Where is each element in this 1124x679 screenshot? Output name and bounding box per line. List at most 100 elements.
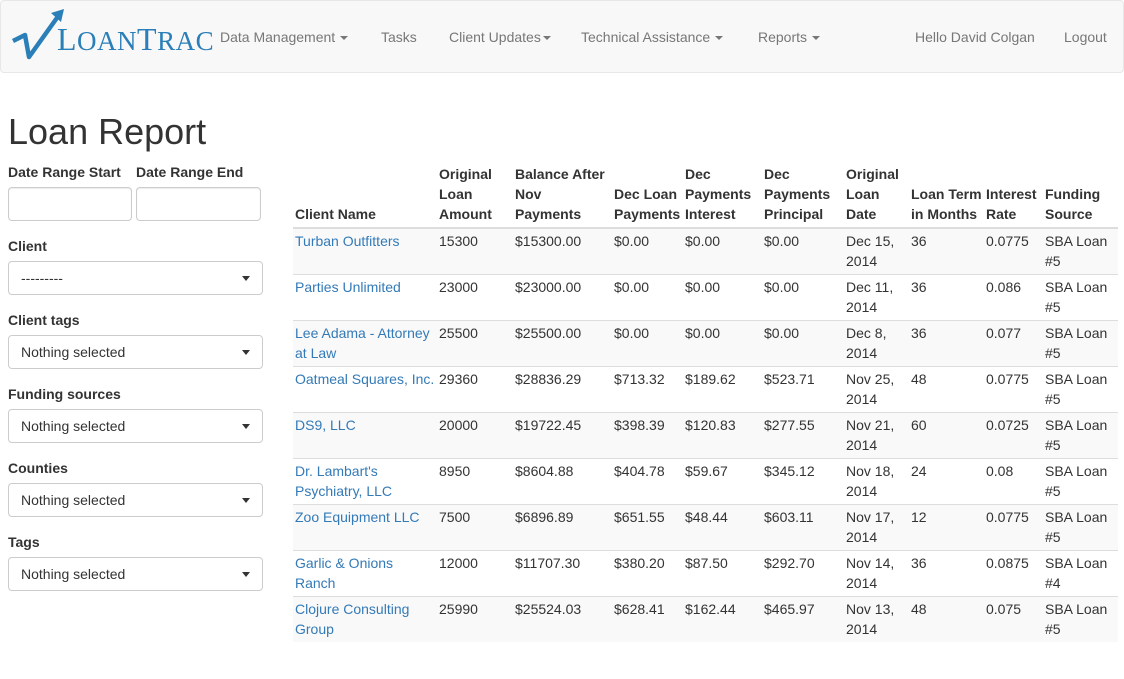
nav-data-management[interactable]: Data Management [220, 27, 349, 47]
table-cell-original-loan-date: Nov 14, 2014 [844, 550, 909, 597]
logout-link[interactable]: Logout [1064, 27, 1107, 47]
table-cell-client-name: Garlic & Onions Ranch [293, 550, 437, 597]
client-name-link[interactable]: Dr. Lambart's Psychiatry, LLC [295, 463, 392, 499]
funding-sources-select[interactable]: Nothing selected [8, 409, 263, 443]
nav-reports-label: Reports [758, 29, 808, 45]
nav-technical-assistance-label: Technical Assistance [581, 29, 711, 45]
table-cell-dec-payments-interest: $162.44 [683, 596, 762, 642]
brand-logo[interactable]: LOANTRAC [11, 7, 214, 63]
column-header-interest-rate: Interest Rate [984, 162, 1043, 229]
table-cell-loan-term-months: 48 [909, 596, 984, 642]
table-cell-dec-payments-interest: $120.83 [683, 412, 762, 459]
table-cell-original-loan-amount: 23000 [437, 274, 513, 321]
client-name-link[interactable]: Zoo Equipment LLC [295, 509, 420, 525]
table-cell-dec-payments-principal: $277.55 [762, 412, 844, 459]
column-header-funding-source: Funding Source [1043, 162, 1118, 229]
table-cell-client-name: Parties Unlimited [293, 274, 437, 321]
table-cell-client-name: Clojure Consulting Group [293, 596, 437, 642]
column-header-client-name: Client Name [293, 162, 437, 229]
table-cell-loan-term-months: 48 [909, 366, 984, 413]
table-cell-balance-after-nov: $23000.00 [513, 274, 612, 321]
counties-select[interactable]: Nothing selected [8, 483, 263, 517]
table-cell-loan-term-months: 36 [909, 274, 984, 321]
table-cell-balance-after-nov: $28836.29 [513, 366, 612, 413]
client-tags-select[interactable]: Nothing selected [8, 335, 263, 369]
date-range-end-input[interactable] [136, 187, 261, 221]
table-cell-funding-source: SBA Loan #4 [1043, 550, 1118, 597]
table-cell-interest-rate: 0.0775 [984, 227, 1043, 275]
table-cell-dec-payments-interest: $0.00 [683, 227, 762, 275]
table-cell-loan-term-months: 36 [909, 227, 984, 275]
table-row: Dr. Lambart's Psychiatry, LLC 8950 $8604.8… [293, 458, 1118, 505]
nav-tasks[interactable]: Tasks [381, 27, 417, 47]
client-name-link[interactable]: Parties Unlimited [295, 279, 401, 295]
table-cell-original-loan-amount: 25500 [437, 320, 513, 367]
table-cell-dec-payments-interest: $0.00 [683, 320, 762, 367]
counties-label: Counties [8, 460, 68, 476]
table-cell-dec-loan-payments: $628.41 [612, 596, 683, 642]
nav-client-updates-label: Client Updates [449, 29, 541, 45]
caret-down-icon [242, 424, 250, 429]
table-cell-original-loan-date: Dec 15, 2014 [844, 227, 909, 275]
user-greeting-label: Hello David Colgan [915, 29, 1035, 45]
table-cell-original-loan-amount: 8950 [437, 458, 513, 505]
column-header-dec-loan-payments: Dec Loan Payments [612, 162, 683, 229]
column-header-balance-after-nov: Balance After Nov Payments [513, 162, 612, 229]
table-cell-dec-payments-interest: $189.62 [683, 366, 762, 413]
table-cell-client-name: DS9, LLC [293, 412, 437, 459]
table-cell-balance-after-nov: $11707.30 [513, 550, 612, 597]
table-cell-client-name: Lee Adama - Attorney at Law [293, 320, 437, 367]
table-cell-dec-payments-interest: $0.00 [683, 274, 762, 321]
nav-client-updates[interactable]: Client Updates [449, 27, 551, 47]
table-cell-original-loan-amount: 7500 [437, 504, 513, 551]
table-row: Zoo Equipment LLC 7500 $6896.89 $651.55 $48.… [293, 504, 1118, 551]
user-greeting[interactable]: Hello David Colgan [915, 27, 1035, 47]
table-cell-balance-after-nov: $25524.03 [513, 596, 612, 642]
table-cell-loan-term-months: 24 [909, 458, 984, 505]
table-cell-funding-source: SBA Loan #5 [1043, 320, 1118, 367]
nav-reports[interactable]: Reports [758, 27, 821, 47]
table-cell-dec-loan-payments: $398.39 [612, 412, 683, 459]
table-cell-dec-payments-principal: $0.00 [762, 227, 844, 275]
client-select[interactable]: --------- [8, 261, 263, 295]
table-cell-dec-loan-payments: $380.20 [612, 550, 683, 597]
table-cell-dec-loan-payments: $0.00 [612, 320, 683, 367]
client-name-link[interactable]: Clojure Consulting Group [295, 601, 409, 637]
tags-select-value: Nothing selected [21, 566, 126, 582]
client-name-link[interactable]: DS9, LLC [295, 417, 356, 433]
client-name-link[interactable]: Lee Adama - Attorney at Law [295, 325, 430, 361]
table-cell-original-loan-amount: 29360 [437, 366, 513, 413]
table-cell-original-loan-amount: 20000 [437, 412, 513, 459]
table-cell-dec-loan-payments: $0.00 [612, 274, 683, 321]
client-label: Client [8, 238, 47, 254]
table-cell-dec-payments-principal: $465.97 [762, 596, 844, 642]
caret-down-icon [542, 36, 551, 41]
navbar: LOANTRAC Data Management Tasks Client Up… [0, 0, 1124, 73]
table-cell-interest-rate: 0.0775 [984, 504, 1043, 551]
client-name-link[interactable]: Garlic & Onions Ranch [295, 555, 393, 591]
client-name-link[interactable]: Oatmeal Squares, Inc. [295, 371, 434, 387]
client-name-link[interactable]: Turban Outfitters [295, 233, 400, 249]
caret-down-icon [242, 498, 250, 503]
nav-technical-assistance[interactable]: Technical Assistance [581, 27, 724, 47]
table-cell-dec-loan-payments: $0.00 [612, 227, 683, 275]
caret-down-icon [812, 36, 821, 41]
caret-down-icon [340, 36, 349, 41]
table-cell-funding-source: SBA Loan #5 [1043, 412, 1118, 459]
table-row: DS9, LLC 20000 $19722.45 $398.39 $120.83 $277… [293, 412, 1118, 459]
table-cell-interest-rate: 0.0775 [984, 366, 1043, 413]
table-row: Turban Outfitters 15300 $15300.00 $0.00 $0.0… [293, 227, 1118, 275]
column-header-original-loan-date: Original Loan Date [844, 162, 909, 229]
table-cell-dec-loan-payments: $713.32 [612, 366, 683, 413]
tags-select[interactable]: Nothing selected [8, 557, 263, 591]
funding-sources-select-value: Nothing selected [21, 418, 126, 434]
table-cell-dec-payments-principal: $0.00 [762, 320, 844, 367]
table-cell-funding-source: SBA Loan #5 [1043, 366, 1118, 413]
table-cell-balance-after-nov: $15300.00 [513, 227, 612, 275]
table-cell-loan-term-months: 12 [909, 504, 984, 551]
table-cell-dec-payments-principal: $0.00 [762, 274, 844, 321]
date-range-start-input[interactable] [8, 187, 132, 221]
caret-down-icon [242, 276, 250, 281]
table-cell-original-loan-date: Dec 8, 2014 [844, 320, 909, 367]
client-tags-select-value: Nothing selected [21, 344, 126, 360]
